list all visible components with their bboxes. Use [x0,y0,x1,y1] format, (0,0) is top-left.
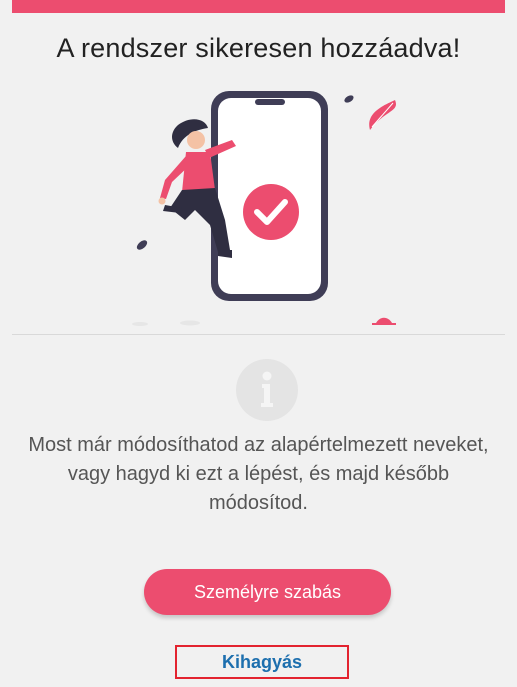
info-message: Most már módosíthatod az alapértelmezett… [28,434,489,514]
info-circle-icon [236,359,298,421]
section-divider [12,334,505,335]
check-circle-icon [243,184,299,240]
skip-link[interactable]: Kihagyás [175,645,349,679]
page-title: A rendszer sikeresen hozzáadva! [56,33,461,63]
success-illustration [132,91,396,326]
top-accent-bar [12,0,505,13]
customize-button[interactable]: Személyre szabás [144,569,391,615]
